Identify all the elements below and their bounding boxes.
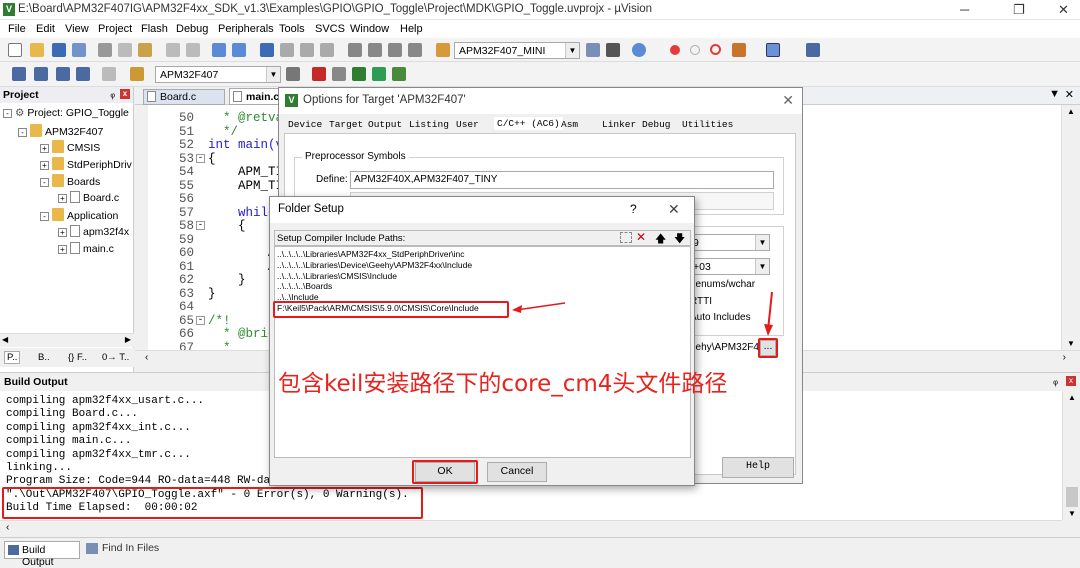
arrowhead (764, 324, 773, 336)
annotation-arrow (767, 291, 773, 331)
annotation-arrow (515, 302, 566, 311)
arrowhead (512, 305, 522, 313)
annotation-arrows (512, 291, 773, 336)
annotation-text: 包含keil安装路径下的core_cm4头文件路径 (278, 371, 728, 397)
